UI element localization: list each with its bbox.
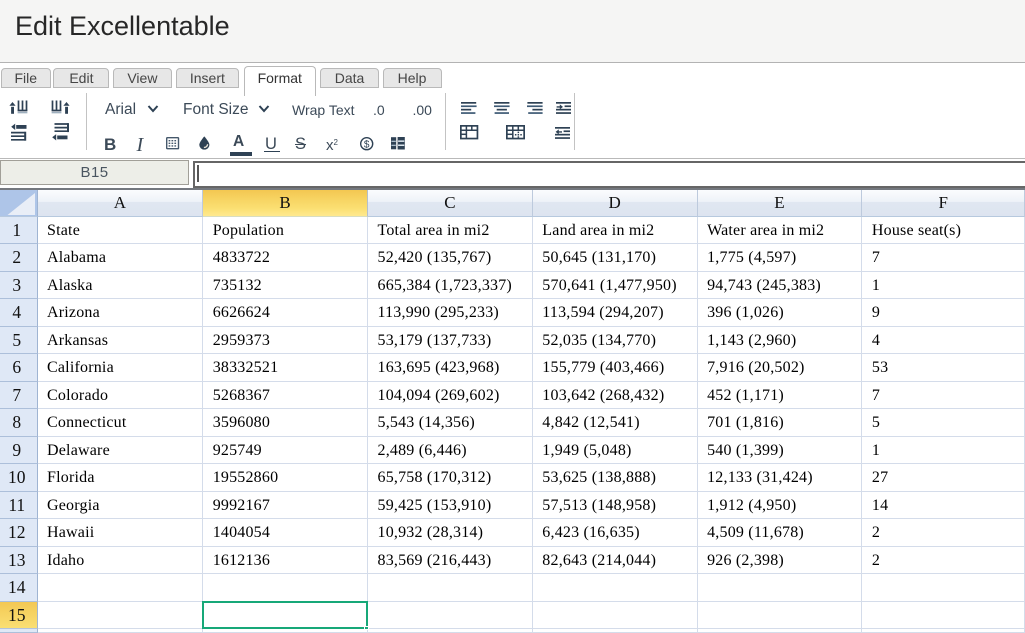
svg-text:$: $ [363,139,369,150]
